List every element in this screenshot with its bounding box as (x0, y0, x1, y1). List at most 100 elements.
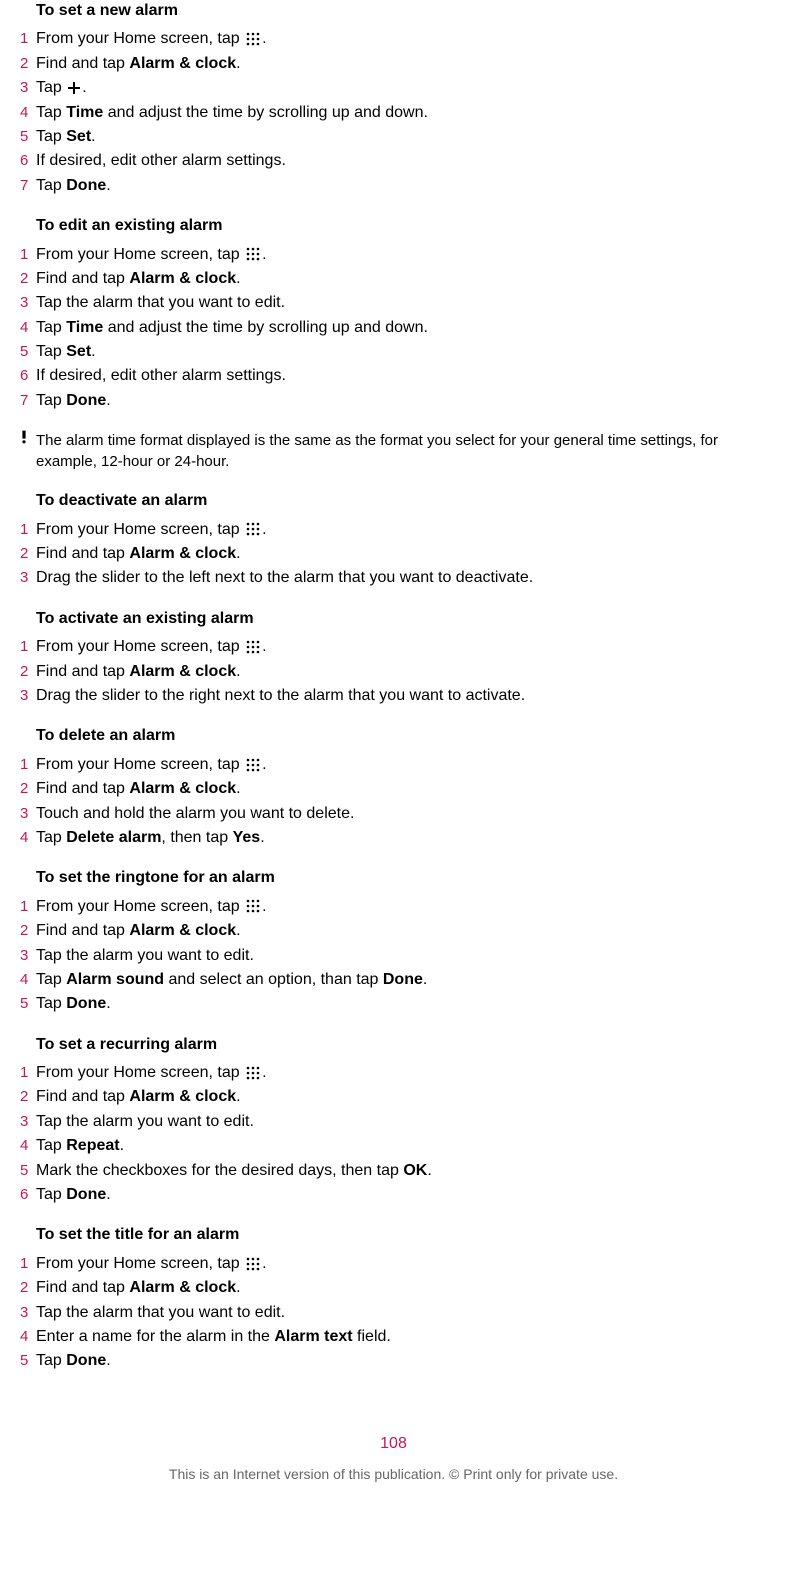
step-text-fragment: . (236, 663, 240, 680)
step-text-fragment: . (106, 1186, 110, 1203)
step-text-bold: Alarm & clock (129, 663, 236, 680)
step-text-fragment: . (262, 1064, 266, 1081)
step-text-fragment: Tap (36, 104, 66, 121)
step-number: 6 (20, 1184, 36, 1205)
step-number: 3 (20, 685, 36, 706)
step-text: From your Home screen, tap . (36, 244, 767, 266)
step-text-fragment: . (236, 922, 240, 939)
step-text-bold: Alarm & clock (129, 922, 236, 939)
step-number: 5 (20, 993, 36, 1014)
step-text-fragment: and adjust the time by scrolling up and … (103, 319, 428, 336)
step-text-fragment: field. (353, 1328, 391, 1345)
step-number: 7 (20, 390, 36, 411)
step-text-fragment: and adjust the time by scrolling up and … (103, 104, 428, 121)
step-number: 5 (20, 126, 36, 147)
step-text-fragment: Find and tap (36, 663, 129, 680)
step-row: 4Tap Time and adjust the time by scrolli… (20, 102, 767, 124)
step-text-bold: Alarm sound (66, 971, 164, 988)
step-text: Touch and hold the alarm you want to del… (36, 803, 767, 825)
step-text-bold: Alarm & clock (129, 1088, 236, 1105)
step-row: 1From your Home screen, tap . (20, 519, 767, 541)
step-number: 1 (20, 896, 36, 917)
apps-grid-icon (246, 522, 260, 536)
step-text-bold: Alarm & clock (129, 780, 236, 797)
step-text-fragment: . (106, 995, 110, 1012)
step-text-fragment: If desired, edit other alarm settings. (36, 367, 286, 384)
step-number: 2 (20, 268, 36, 289)
step-text: From your Home screen, tap . (36, 1062, 767, 1084)
step-text-fragment: From your Home screen, tap (36, 246, 244, 263)
step-text-bold: Set (66, 343, 91, 360)
step-text-bold: Done (66, 1186, 106, 1203)
step-number: 5 (20, 1350, 36, 1371)
step-number: 7 (20, 175, 36, 196)
step-text-fragment: Touch and hold the alarm you want to del… (36, 805, 354, 822)
step-text: Tap Alarm sound and select an option, th… (36, 969, 767, 991)
section-title: To set a new alarm (20, 0, 767, 22)
step-number: 3 (20, 77, 36, 98)
step-row: 7Tap Done. (20, 390, 767, 412)
step-row: 1From your Home screen, tap . (20, 636, 767, 658)
step-text-fragment: . (262, 246, 266, 263)
step-text-fragment: . (236, 270, 240, 287)
step-number: 2 (20, 661, 36, 682)
step-text: Tap Time and adjust the time by scrollin… (36, 317, 767, 339)
step-row: 4Tap Repeat. (20, 1135, 767, 1157)
step-text: Find and tap Alarm & clock. (36, 543, 767, 565)
step-text-fragment: Mark the checkboxes for the desired days… (36, 1162, 403, 1179)
step-number: 5 (20, 341, 36, 362)
step-text-fragment: Tap the alarm you want to edit. (36, 947, 254, 964)
step-text-fragment: . (262, 521, 266, 538)
step-text-fragment: Tap (36, 1352, 66, 1369)
step-text-fragment: Tap (36, 343, 66, 360)
step-row: 3Tap . (20, 77, 767, 99)
step-number: 6 (20, 150, 36, 171)
step-text-bold: OK (403, 1162, 427, 1179)
step-text: Drag the slider to the left next to the … (36, 567, 767, 589)
step-row: 1From your Home screen, tap . (20, 244, 767, 266)
step-text-fragment: Tap (36, 128, 66, 145)
step-number: 5 (20, 1160, 36, 1181)
step-text-bold: Set (66, 128, 91, 145)
step-text: Find and tap Alarm & clock. (36, 268, 767, 290)
step-row: 6If desired, edit other alarm settings. (20, 365, 767, 387)
instruction-section: To set a recurring alarm1From your Home … (20, 1034, 767, 1207)
step-text: Mark the checkboxes for the desired days… (36, 1160, 767, 1182)
step-text-fragment: From your Home screen, tap (36, 756, 244, 773)
step-number: 1 (20, 519, 36, 540)
step-text-fragment: From your Home screen, tap (36, 898, 244, 915)
step-text-fragment: Tap (36, 319, 66, 336)
step-number: 2 (20, 778, 36, 799)
step-text: Tap Set. (36, 341, 767, 363)
apps-grid-icon (246, 1257, 260, 1271)
step-text-fragment: From your Home screen, tap (36, 30, 244, 47)
step-text-fragment: . (106, 392, 110, 409)
step-number: 6 (20, 365, 36, 386)
step-text-fragment: . (236, 1088, 240, 1105)
footer: 108 This is an Internet version of this … (20, 1433, 767, 1505)
apps-grid-icon (246, 640, 260, 654)
step-text: Tap Done. (36, 1184, 767, 1206)
step-row: 3Tap the alarm that you want to edit. (20, 1302, 767, 1324)
step-text: Find and tap Alarm & clock. (36, 661, 767, 683)
step-text-fragment: Tap (36, 1186, 66, 1203)
step-text-fragment: . (106, 1352, 110, 1369)
step-text: Enter a name for the alarm in the Alarm … (36, 1326, 767, 1348)
section-title: To set a recurring alarm (20, 1034, 767, 1056)
step-row: 2Find and tap Alarm & clock. (20, 1277, 767, 1299)
step-text-fragment: . (262, 898, 266, 915)
step-text-bold: Done (66, 1352, 106, 1369)
step-row: 5Tap Done. (20, 1350, 767, 1372)
step-row: 3Tap the alarm that you want to edit. (20, 292, 767, 314)
note-text: The alarm time format displayed is the s… (36, 430, 767, 472)
step-text-fragment: Tap the alarm that you want to edit. (36, 294, 285, 311)
step-row: 2Find and tap Alarm & clock. (20, 778, 767, 800)
step-row: 3Tap the alarm you want to edit. (20, 945, 767, 967)
step-text: If desired, edit other alarm settings. (36, 365, 767, 387)
step-text-bold: Alarm & clock (129, 545, 236, 562)
step-text-fragment: Drag the slider to the right next to the… (36, 687, 525, 704)
step-number: 4 (20, 317, 36, 338)
step-text-fragment: . (236, 545, 240, 562)
step-text-bold: Alarm & clock (129, 270, 236, 287)
step-text: Tap Done. (36, 390, 767, 412)
